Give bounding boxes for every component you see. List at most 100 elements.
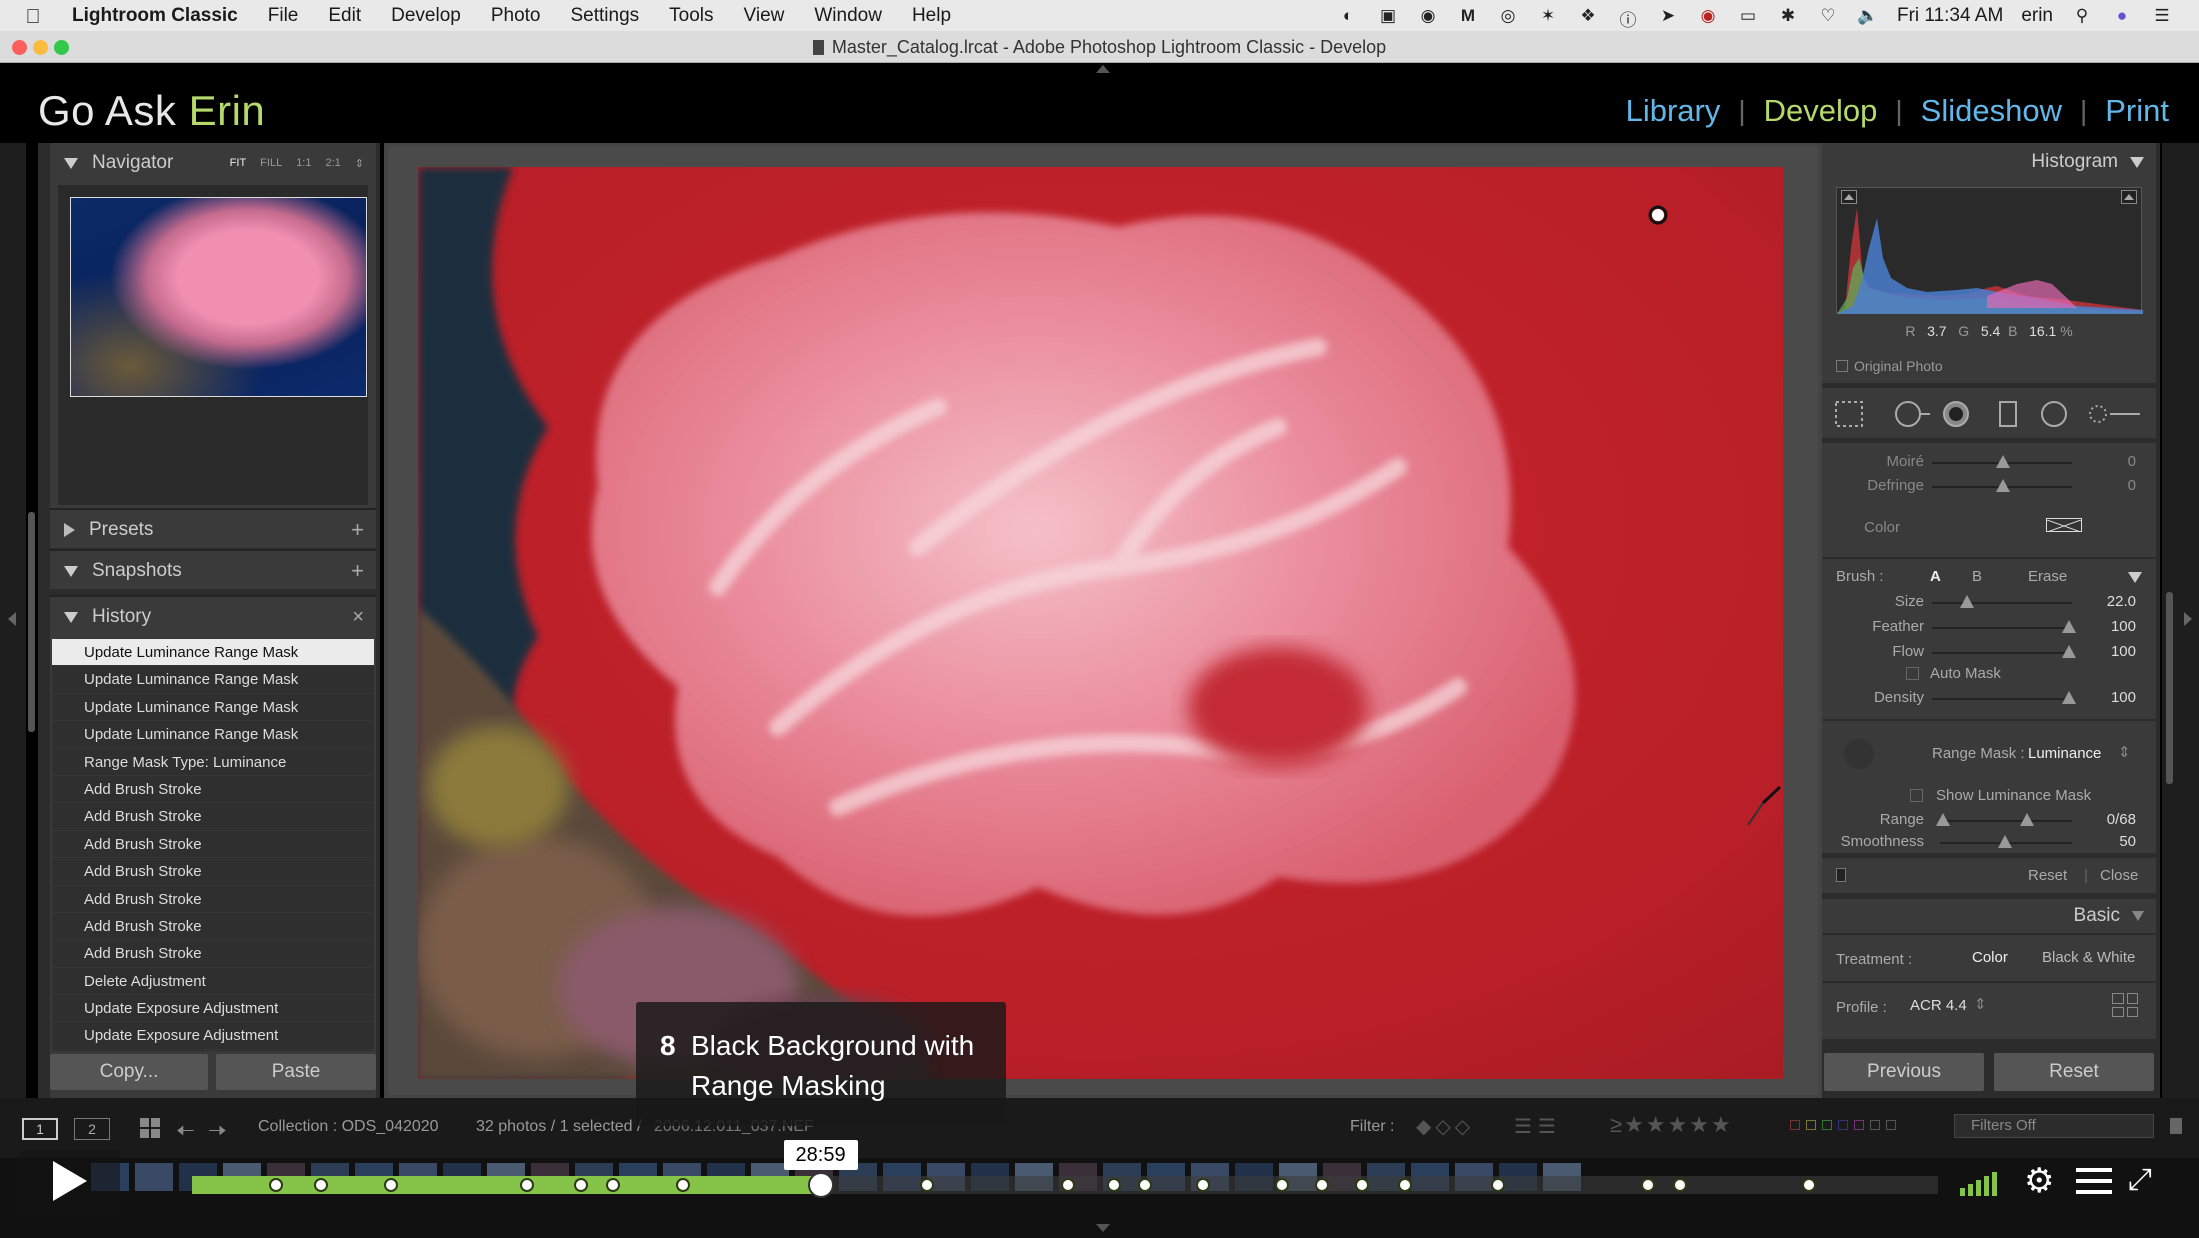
close-window-icon[interactable]	[12, 40, 27, 55]
histogram-graph[interactable]	[1836, 187, 2143, 314]
brush-collapse-icon[interactable]	[2128, 572, 2142, 583]
video-playhead[interactable]	[807, 1172, 834, 1198]
mask-reset-button[interactable]: Reset	[2028, 867, 2067, 884]
apple-icon[interactable]: 	[22, 6, 44, 28]
zoom-stepper-icon[interactable]: ⇕	[355, 157, 364, 170]
range-mask-dropdown[interactable]: Luminance	[2028, 745, 2101, 762]
history-item[interactable]: Update Exposure Adjustment	[52, 1022, 374, 1050]
menu-tools[interactable]: Tools	[669, 5, 713, 27]
settings-gear-icon[interactable]: ⚙	[2024, 1164, 2054, 1198]
history-item[interactable]: Add Brush Stroke	[52, 775, 374, 804]
chapter-marker[interactable]	[675, 1178, 690, 1192]
chapter-marker[interactable]	[1672, 1178, 1687, 1192]
density-value[interactable]: 100	[2111, 689, 2136, 706]
status-icon-2[interactable]: ▣	[1377, 6, 1399, 26]
auto-mask-checkbox[interactable]	[1906, 667, 1919, 680]
fullscreen-icon[interactable]: ⤢	[2128, 1164, 2152, 1196]
clear-history-icon[interactable]: ×	[352, 606, 376, 629]
history-item[interactable]: Update Luminance Range Mask	[52, 666, 374, 694]
treatment-color-option[interactable]: Color	[1972, 949, 2008, 966]
reset-button[interactable]: Reset	[1994, 1053, 2154, 1091]
feather-track[interactable]	[1932, 627, 2072, 629]
range-mask-picker-icon[interactable]	[1844, 739, 1874, 769]
module-library[interactable]: Library	[1626, 93, 1721, 129]
chapter-marker[interactable]	[1274, 1178, 1289, 1192]
brush-erase-tab[interactable]: Erase	[2028, 568, 2067, 585]
color-swatch-box[interactable]	[2046, 518, 2082, 533]
collection-name[interactable]: Collection : ODS_042020	[258, 1118, 439, 1136]
density-slider[interactable]	[2062, 691, 2076, 704]
feather-value[interactable]: 100	[2111, 618, 2136, 635]
chapter-marker[interactable]	[605, 1178, 620, 1192]
flow-value[interactable]: 100	[2111, 643, 2136, 660]
chapter-marker[interactable]	[384, 1178, 399, 1192]
paste-settings-button[interactable]: Paste	[216, 1054, 376, 1090]
chapter-marker[interactable]	[1641, 1178, 1656, 1192]
filter-preset-dropdown[interactable]: Filters Off	[1954, 1114, 2154, 1138]
volume-icon[interactable]	[1960, 1168, 1997, 1196]
airplay-icon[interactable]: ▭	[1737, 6, 1759, 26]
presets-header[interactable]: Presets +	[50, 510, 376, 550]
history-item[interactable]: Add Brush Stroke	[52, 885, 374, 913]
chapter-marker[interactable]	[268, 1178, 283, 1192]
module-slideshow[interactable]: Slideshow	[1921, 93, 2062, 129]
menu-file[interactable]: File	[268, 5, 299, 27]
module-develop[interactable]: Develop	[1764, 93, 1878, 129]
original-photo-checkbox[interactable]	[1836, 360, 1848, 372]
history-header[interactable]: History ×	[50, 597, 376, 637]
chapter-marker[interactable]	[1138, 1178, 1153, 1192]
range-slider-low[interactable]	[1936, 813, 1950, 826]
chapter-marker[interactable]	[1106, 1178, 1121, 1192]
profile-stepper-icon[interactable]: ⇕	[1974, 995, 1987, 1013]
zoom-1-1[interactable]: 1:1	[296, 157, 311, 170]
chapter-marker[interactable]	[1491, 1178, 1505, 1192]
basic-panel-header[interactable]: Basic	[1822, 899, 2156, 933]
history-item[interactable]: Update Luminance Range Mask	[52, 721, 374, 749]
size-value[interactable]: 22.0	[2107, 593, 2136, 610]
collapse-filmstrip-icon[interactable]	[1096, 1224, 1110, 1232]
flow-track[interactable]	[1932, 652, 2072, 654]
smoothness-slider[interactable]	[1998, 835, 2012, 848]
history-item[interactable]: Add Brush Stroke	[52, 858, 374, 886]
flow-slider[interactable]	[2062, 645, 2076, 658]
collapse-triangle-icon[interactable]	[64, 523, 75, 537]
moire-slider[interactable]	[1996, 455, 2010, 468]
menubar-user[interactable]: erin	[2021, 5, 2053, 27]
menu-window[interactable]: Window	[814, 5, 882, 27]
filter-lock-icon[interactable]	[2170, 1118, 2182, 1134]
back-arrow-icon[interactable]: 🠠	[176, 1114, 195, 1152]
spotlight-search-icon[interactable]: ⚲	[2071, 6, 2093, 26]
module-print[interactable]: Print	[2105, 93, 2169, 129]
collapse-left-panel-icon[interactable]	[8, 612, 16, 626]
add-snapshot-icon[interactable]: +	[351, 558, 376, 584]
profile-dropdown[interactable]: ACR 4.4	[1910, 997, 1967, 1014]
chapter-marker[interactable]	[920, 1178, 935, 1192]
range-slider-high[interactable]	[2020, 813, 2034, 826]
history-item[interactable]: Range Mask Type: Luminance	[52, 748, 374, 776]
minimize-window-icon[interactable]	[33, 40, 48, 55]
zoom-fit[interactable]: FIT	[230, 157, 247, 170]
range-mask-stepper-icon[interactable]: ⇕	[2118, 743, 2131, 761]
history-item[interactable]: Update Luminance Range Mask	[52, 639, 374, 667]
siri-icon[interactable]: ●	[2111, 6, 2133, 26]
history-item[interactable]: Add Brush Stroke	[52, 830, 374, 859]
basic-collapse-icon[interactable]	[2132, 911, 2144, 921]
dropbox-icon[interactable]: ❖	[1577, 6, 1599, 26]
brush-b-tab[interactable]: B	[1972, 568, 1982, 585]
chapter-marker[interactable]	[1061, 1178, 1076, 1192]
expand-triangle-icon[interactable]	[2130, 156, 2144, 168]
navigator-header[interactable]: Navigator FIT FILL 1:1 2:1 ⇕	[50, 143, 376, 183]
grid-view-icon[interactable]	[140, 1118, 160, 1138]
history-item[interactable]: Update Exposure Adjustment	[52, 995, 374, 1023]
menu-develop[interactable]: Develop	[391, 5, 461, 27]
menu-help[interactable]: Help	[912, 5, 951, 27]
snapshots-header[interactable]: Snapshots +	[50, 551, 376, 591]
main-photo[interactable]	[418, 167, 1783, 1079]
highlight-clipping-icon[interactable]	[2121, 190, 2137, 204]
collapse-top-panel-icon[interactable]	[1096, 65, 1110, 73]
size-track[interactable]	[1932, 602, 2072, 604]
history-item[interactable]: Delete Adjustment	[52, 967, 374, 996]
original-photo-toggle[interactable]: Original Photo	[1836, 358, 1943, 374]
menu-edit[interactable]: Edit	[328, 5, 361, 27]
feather-slider[interactable]	[2062, 620, 2076, 633]
